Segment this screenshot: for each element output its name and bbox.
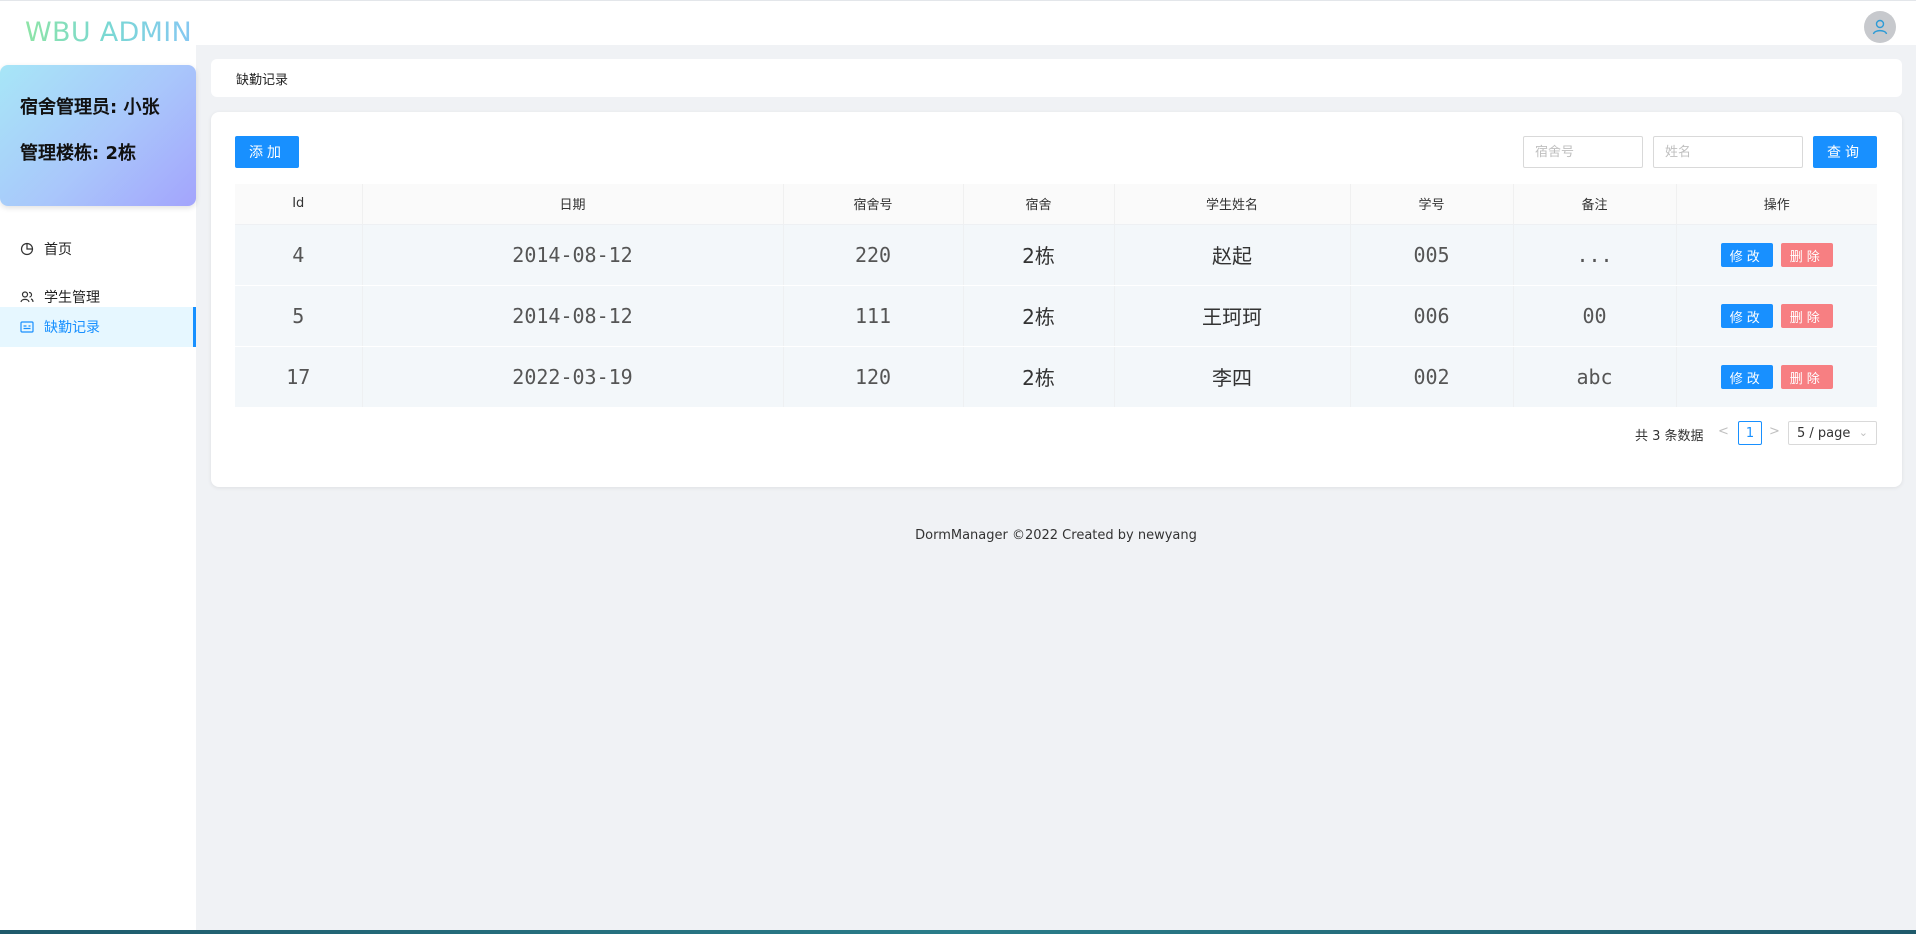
breadcrumb-current: 缺勤记录	[236, 72, 289, 88]
table-row: 5 2014-08-12 111 2栋 王珂珂 006 00 修改 删除	[235, 285, 1877, 347]
cell-room: 111	[783, 285, 964, 347]
app-root: WBU ADMIN 宿舍管理员: 小张 管理楼栋: 2栋 首页 学生管理 缺勤记…	[0, 0, 1916, 934]
cell-actions: 修改 删除	[1676, 224, 1877, 286]
delete-button[interactable]: 删除	[1780, 243, 1833, 268]
cell-student-name: 李四	[1114, 346, 1351, 408]
student-name-input[interactable]	[1653, 136, 1803, 168]
column-header-date[interactable]: 日期	[362, 184, 784, 225]
column-header-id[interactable]: Id	[235, 184, 363, 225]
pie-chart-icon	[20, 242, 34, 256]
add-button[interactable]: 添加	[235, 136, 299, 168]
edit-button[interactable]: 修改	[1720, 243, 1773, 268]
cell-student-name: 王珂珂	[1114, 285, 1351, 347]
table-row: 4 2014-08-12 220 2栋 赵起 005 ... 修改 删除	[235, 224, 1877, 286]
cell-student-no: 005	[1350, 224, 1514, 286]
records-card: 添加 查询 Id 日期 宿舍号 宿舍 学生姓名 学号 备注 操作	[211, 112, 1902, 487]
column-header-note[interactable]: 备注	[1513, 184, 1677, 225]
column-header-building[interactable]: 宿舍	[963, 184, 1115, 225]
query-button[interactable]: 查询	[1813, 136, 1877, 168]
column-header-actions: 操作	[1676, 184, 1877, 225]
sidebar-item-home[interactable]: 首页	[0, 229, 196, 269]
cell-id: 4	[235, 224, 363, 286]
page-size-value: 5 / page	[1797, 425, 1851, 441]
cell-room: 120	[783, 346, 964, 408]
user-icon	[1872, 19, 1888, 35]
cell-id: 17	[235, 346, 363, 408]
cell-note: abc	[1513, 346, 1677, 408]
page-size-select[interactable]: 5 / page ⌄	[1788, 421, 1877, 445]
breadcrumb: 缺勤记录	[211, 59, 1902, 97]
user-avatar[interactable]	[1864, 11, 1896, 43]
cell-student-no: 002	[1350, 346, 1514, 408]
column-header-student-name[interactable]: 学生姓名	[1114, 184, 1351, 225]
cell-date: 2014-08-12	[362, 285, 784, 347]
page-number-current[interactable]: 1	[1738, 421, 1762, 445]
absence-table: Id 日期 宿舍号 宿舍 学生姓名 学号 备注 操作 4 2014-08-12 …	[235, 184, 1877, 408]
cell-id: 5	[235, 285, 363, 347]
pagination-total: 共 3 条数据	[1635, 429, 1704, 444]
users-icon	[20, 290, 34, 304]
column-header-student-no[interactable]: 学号	[1350, 184, 1514, 225]
sidebar-item-label: 缺勤记录	[44, 320, 100, 336]
cell-note: 00	[1513, 285, 1677, 347]
edit-button[interactable]: 修改	[1720, 365, 1773, 390]
calendar-icon	[20, 320, 34, 334]
cell-student-no: 006	[1350, 285, 1514, 347]
cell-building: 2栋	[963, 224, 1115, 286]
prev-page-icon[interactable]: <	[1718, 424, 1729, 439]
dorm-number-input[interactable]	[1523, 136, 1643, 168]
cell-student-name: 赵起	[1114, 224, 1351, 286]
sidebar-item-label: 首页	[44, 242, 72, 258]
delete-button[interactable]: 删除	[1780, 365, 1833, 390]
app-logo: WBU ADMIN	[25, 17, 192, 48]
next-page-icon[interactable]: >	[1769, 424, 1780, 439]
manager-name: 宿舍管理员: 小张	[20, 97, 160, 118]
managed-building: 管理楼栋: 2栋	[20, 143, 136, 164]
chevron-down-icon: ⌄	[1858, 426, 1868, 439]
sidebar-item-label: 学生管理	[44, 290, 100, 306]
cell-room: 220	[783, 224, 964, 286]
table-header-row: Id 日期 宿舍号 宿舍 学生姓名 学号 备注 操作	[235, 184, 1877, 225]
cell-date: 2014-08-12	[362, 224, 784, 286]
table-row: 17 2022-03-19 120 2栋 李四 002 abc 修改 删除	[235, 346, 1877, 408]
top-header: WBU ADMIN	[0, 0, 1916, 48]
cell-building: 2栋	[963, 346, 1115, 408]
sidebar-item-absence-records[interactable]: 缺勤记录	[0, 307, 196, 347]
bottom-strip	[0, 930, 1916, 934]
footer: DormManager ©2022 Created by newyang	[915, 528, 1197, 543]
cell-date: 2022-03-19	[362, 346, 784, 408]
cell-actions: 修改 删除	[1676, 285, 1877, 347]
profile-card: 宿舍管理员: 小张 管理楼栋: 2栋	[0, 65, 196, 206]
edit-button[interactable]: 修改	[1720, 304, 1773, 329]
delete-button[interactable]: 删除	[1780, 304, 1833, 329]
cell-building: 2栋	[963, 285, 1115, 347]
sidebar: 宿舍管理员: 小张 管理楼栋: 2栋 首页 学生管理 缺勤记录	[0, 45, 196, 931]
cell-note: ...	[1513, 224, 1677, 286]
column-header-room[interactable]: 宿舍号	[783, 184, 964, 225]
pagination: 共 3 条数据 < 1 > 5 / page ⌄	[211, 421, 1877, 445]
cell-actions: 修改 删除	[1676, 346, 1877, 408]
